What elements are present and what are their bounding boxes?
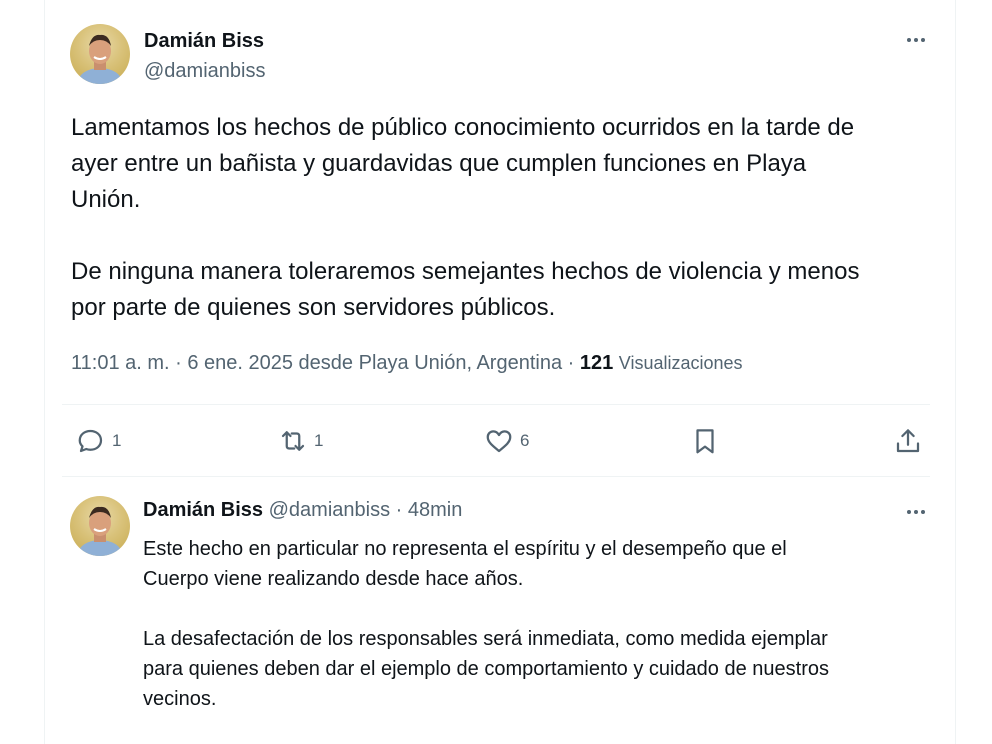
reply-time[interactable]: 48min — [408, 499, 462, 521]
reply-header: Damián Biss @damianbiss · 48min — [143, 499, 462, 522]
divider — [62, 476, 930, 477]
like-count: 6 — [520, 431, 530, 450]
bookmark-icon — [696, 429, 714, 454]
author-avatar[interactable] — [70, 24, 130, 84]
avatar-portrait-icon — [78, 34, 122, 84]
like-button[interactable]: 6 — [484, 426, 529, 456]
views-count: 121 — [579, 352, 614, 374]
tweet-text: Lamentamos los hechos de público conocim… — [71, 114, 860, 321]
reply-bubble-icon — [78, 429, 103, 453]
retweet-icon — [281, 431, 305, 451]
retweet-button[interactable]: 1 — [278, 426, 323, 456]
share-button[interactable] — [893, 426, 923, 456]
heart-icon — [486, 430, 512, 453]
bookmark-button[interactable] — [690, 426, 720, 456]
more-horizontal-icon[interactable] — [900, 502, 932, 522]
reply-author-name[interactable]: Damián Biss — [143, 499, 263, 521]
reply-count: 1 — [112, 431, 122, 450]
author-name[interactable]: Damián Biss — [144, 30, 264, 53]
avatar-portrait-icon — [78, 506, 122, 556]
retweet-count: 1 — [314, 431, 324, 450]
reply-separator: · — [390, 499, 408, 521]
share-upload-icon — [896, 429, 920, 453]
tweet-meta: 11:01 a. m. · 6 ene. 2025 desde Playa Un… — [71, 352, 743, 375]
divider — [62, 404, 930, 405]
reply-author-handle[interactable]: @damianbiss — [269, 499, 390, 521]
reply-text: Este hecho en particular no representa e… — [143, 538, 829, 710]
reply-button[interactable]: 1 — [76, 426, 121, 456]
views-label[interactable]: Visualizaciones — [619, 353, 743, 373]
more-horizontal-icon[interactable] — [900, 30, 932, 50]
author-handle[interactable]: @damianbiss — [144, 60, 265, 83]
tweet-timestamp-location[interactable]: 11:01 a. m. · 6 ene. 2025 desde Playa Un… — [71, 352, 580, 374]
reply-author-avatar[interactable] — [70, 496, 130, 556]
